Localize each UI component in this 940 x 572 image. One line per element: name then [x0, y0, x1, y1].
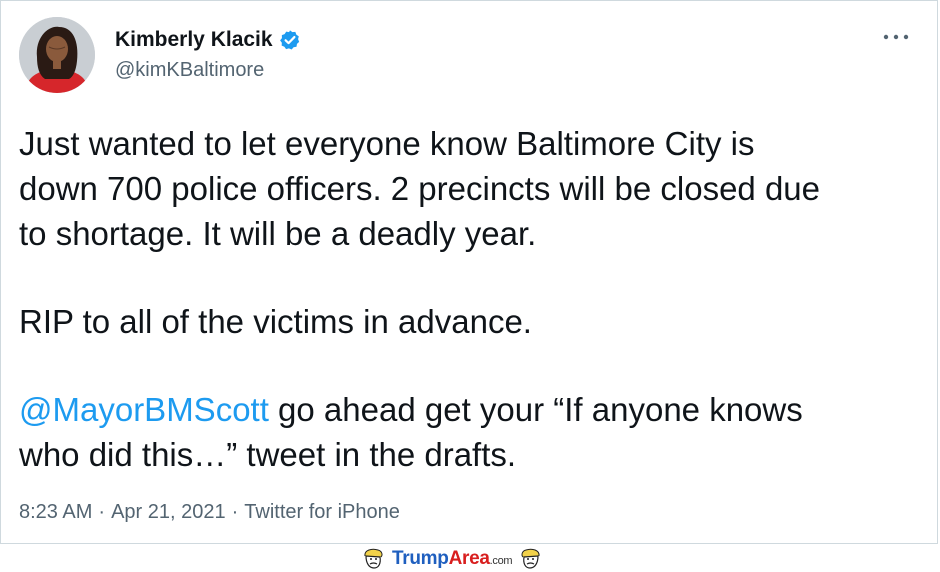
avatar[interactable] [19, 17, 95, 93]
more-horizontal-icon[interactable] [881, 31, 911, 43]
tweet-meta: 8:23 AM · Apr 21, 2021 · Twitter for iPh… [19, 501, 400, 524]
tweet-line: RIP to all of the victims in advance. [19, 303, 532, 340]
tweet-line: Just wanted to let everyone know Baltimo… [19, 125, 755, 162]
meta-separator: · [98, 501, 106, 523]
author-names: Kimberly Klacik @kimKBaltimore [115, 25, 301, 82]
tweet-text-span: go ahead get your “If anyone knows [268, 391, 803, 428]
watermark-trump: Trump [392, 548, 449, 569]
meta-separator: · [231, 501, 239, 523]
caricature-face-icon [364, 548, 383, 569]
tweet-line: @MayorBMScott go ahead get your “If anyo… [19, 387, 919, 432]
watermark-text: TrumpArea.com [392, 548, 513, 570]
tweet-line: down 700 police officers. 2 precincts wi… [19, 170, 821, 207]
tweet-card: Kimberly Klacik @kimKBaltimore Just want… [0, 0, 938, 544]
watermark-com: .com [489, 555, 513, 567]
display-name[interactable]: Kimberly Klacik [115, 28, 273, 52]
tweet-source[interactable]: Twitter for iPhone [244, 501, 400, 524]
mention-link[interactable]: @MayorBMScott [19, 391, 269, 428]
watermark: TrumpArea.com [360, 546, 544, 572]
tweet-header: Kimberly Klacik @kimKBaltimore [19, 17, 919, 93]
display-name-row: Kimberly Klacik [115, 25, 301, 55]
tweet-line: to shortage. It will be a deadly year. [19, 215, 537, 252]
author-handle[interactable]: @kimKBaltimore [115, 59, 301, 82]
watermark-area: Area [448, 548, 490, 569]
tweet-line: who did this…” tweet in the drafts. [19, 436, 517, 473]
verified-badge-icon [279, 30, 299, 50]
profile-photo-icon [19, 17, 95, 93]
caricature-face-icon [521, 548, 540, 569]
tweet-date[interactable]: Apr 21, 2021 [111, 501, 226, 524]
tweet-body: Just wanted to let everyone know Baltimo… [19, 121, 919, 477]
tweet-time[interactable]: 8:23 AM [19, 501, 92, 524]
